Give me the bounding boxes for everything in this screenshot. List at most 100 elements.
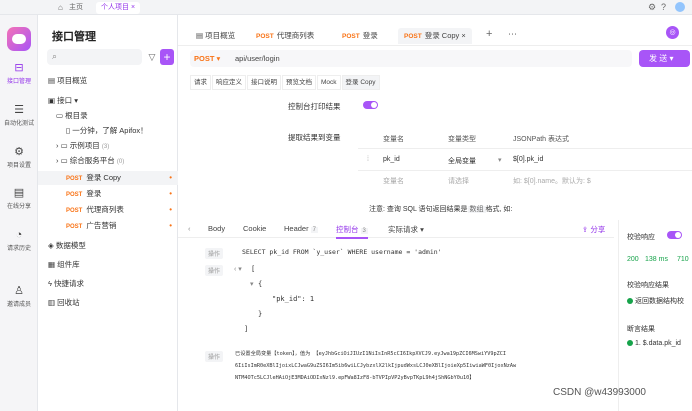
tab-personal-project[interactable]: 个人项目 × (96, 2, 141, 14)
rail-item-automation[interactable]: ☰ 自动化测试 (0, 104, 38, 127)
var-type-select[interactable]: 全局变量 (448, 156, 476, 166)
collapse-icon[interactable]: ‹ ▾ (234, 264, 242, 275)
method-select[interactable]: POST ▾ (194, 50, 220, 67)
rail-item-share[interactable]: ▤ 在线分享 (0, 187, 38, 210)
tab-preview-doc[interactable]: 预览文档 (282, 75, 316, 90)
tab-login[interactable]: POST 登录 (336, 28, 384, 44)
col-jsonpath: JSONPath 表达式 (513, 136, 570, 143)
avatar[interactable] (675, 2, 685, 12)
env-icon[interactable]: ◎ (666, 26, 679, 39)
col-var-name: 变量名 (383, 136, 404, 143)
tree-count: (3) (101, 144, 110, 150)
rail-item-settings[interactable]: ⚙ 项目设置 (0, 146, 38, 169)
share-button[interactable]: ⇪ 分享 (582, 224, 605, 235)
send-button[interactable]: 发 送 ▾ (639, 50, 690, 67)
tree-item-login[interactable]: POST 登录 • (38, 187, 178, 201)
row-handle-icon[interactable]: ⁞ (367, 156, 369, 163)
status-code: 200 (627, 256, 639, 263)
tab-home[interactable]: 主页 (64, 2, 88, 14)
tab-mock[interactable]: Mock (317, 75, 341, 90)
search-input[interactable]: ⌕ (47, 49, 142, 65)
url-input[interactable]: api/user/login (235, 50, 280, 67)
more-icon[interactable]: ⋯ (508, 29, 517, 40)
tree-item-login-copy[interactable]: POST 登录 Copy • (38, 171, 178, 185)
tab-overview[interactable]: ▤ 项目概览 (190, 28, 241, 44)
tab-actual-request[interactable]: 实际请求 ▾ (388, 224, 424, 235)
folder-icon: ▭ (60, 156, 70, 165)
tree-label: 回收站 (57, 298, 80, 307)
home-icon[interactable]: ⌂ (58, 3, 63, 12)
folder-icon: ▭ (60, 141, 70, 150)
tree-label: 示例项目 (69, 141, 100, 150)
tab-api-desc[interactable]: 接口说明 (247, 75, 281, 90)
tab-label: Header (284, 224, 309, 233)
tree-label: 登录 (86, 189, 102, 198)
var-set-line: NTM4OTc5LCJleHAiOjE3MDAiODIxNzl9.epFWa8I… (235, 375, 475, 381)
rail-item-api[interactable]: ⊟ 接口管理 (0, 62, 38, 85)
tree-item-ads[interactable]: POST 广告营销 • (38, 219, 178, 233)
tree-label: 接口 (57, 96, 73, 105)
chevron-down-icon: ▾ (420, 225, 424, 234)
var-name-field[interactable]: pk_id (383, 156, 400, 163)
add-button[interactable]: + (160, 49, 174, 65)
jsonpath-field[interactable]: $[0].pk_id (513, 156, 543, 163)
tab-agents[interactable]: POST 代理商列表 (250, 28, 320, 44)
tree-item-examples[interactable]: › ▭ 示例项目 (3) (38, 139, 178, 153)
unsaved-dot-icon: • (169, 189, 172, 198)
tree-item-api-root[interactable]: ▣ 接口 ▾ (38, 94, 178, 108)
filter-button[interactable]: ▽ (145, 49, 159, 65)
tab-console[interactable]: 控制台 3 (336, 224, 368, 239)
rail-item-invite[interactable]: ♙ 邀请成员 (0, 285, 38, 308)
method-badge: POST (256, 33, 274, 40)
tab-login-copy-name[interactable]: 登录 Copy (341, 75, 380, 90)
plus-icon: + (163, 50, 171, 64)
unsaved-dot-icon: • (169, 173, 172, 182)
plus-icon[interactable]: + (486, 28, 492, 40)
history-icon: ◔ (15, 229, 23, 241)
top-bar: ⌂ 主页 个人项目 × ⚙ ? (0, 0, 692, 15)
tab-cookie[interactable]: Cookie (243, 224, 266, 233)
method-badge: POST (66, 224, 83, 230)
rail-label: 项目设置 (6, 163, 31, 169)
var-name-placeholder[interactable]: 变量名 (383, 176, 404, 186)
tree-item-trash[interactable]: ▥ 回收站 (38, 296, 178, 310)
assert-line: 1. $.data.pk_id (627, 340, 681, 347)
rail-item-history[interactable]: ◔ 请求历史 (0, 229, 38, 252)
tab-header[interactable]: Header 7 (284, 224, 318, 233)
chevron-down-icon: ▾ (669, 54, 674, 63)
collapse-icon[interactable]: ▾ (250, 279, 254, 290)
help-icon[interactable]: ? (661, 2, 666, 12)
validation-panel: 校验响应 200 138 ms 710 校验响应结果 返回数据结构校 断言结果 … (618, 220, 692, 411)
tree-item-models[interactable]: ◈ 数据模型 (38, 239, 178, 253)
tab-request[interactable]: 请求 (190, 75, 211, 90)
more-icon[interactable]: ‹ (188, 224, 191, 233)
gear-icon[interactable]: ⚙ (648, 2, 656, 13)
divider (358, 148, 692, 149)
close-icon[interactable]: × (461, 31, 465, 40)
tree-item-agents[interactable]: POST 代理商列表 • (38, 203, 178, 217)
tree-item-components[interactable]: ▦ 组件库 (38, 258, 178, 272)
rail-label: 邀请成员 (6, 302, 31, 308)
assert-title: 断言结果 (627, 326, 655, 333)
tree-item-quick[interactable]: ϟ 快捷请求 (38, 277, 178, 291)
app-logo (7, 27, 31, 51)
close-icon[interactable]: × (131, 4, 135, 11)
tree-item-doc[interactable]: ▯ 一分钟，了解 Apifox！ (38, 124, 178, 138)
tab-body[interactable]: Body (208, 224, 225, 233)
json-line: [ (251, 265, 256, 273)
tab-login-copy[interactable]: POST 登录 Copy × (398, 28, 472, 44)
json-line: } (258, 310, 263, 318)
component-icon: ▦ (48, 260, 58, 269)
tree-item-overview[interactable]: ▤ 项目概览 (38, 74, 178, 88)
automation-icon: ☰ (14, 104, 24, 116)
tree-label: 广告营销 (86, 221, 117, 230)
op-label: 操作 (205, 351, 224, 362)
console-print-toggle[interactable] (363, 101, 378, 109)
tree-item-root-dir[interactable]: ▭ 根目录 (38, 109, 178, 123)
tab-response-def[interactable]: 响应定义 (212, 75, 246, 90)
tree-count: (0) (116, 159, 125, 165)
var-type-placeholder[interactable]: 请选择 (448, 176, 469, 186)
jsonpath-placeholder[interactable]: 如: $[0].name。默认为: $ (513, 176, 591, 186)
validate-toggle[interactable] (667, 231, 682, 239)
tree-item-platform[interactable]: › ▭ 综合服务平台 (0) (38, 154, 178, 168)
